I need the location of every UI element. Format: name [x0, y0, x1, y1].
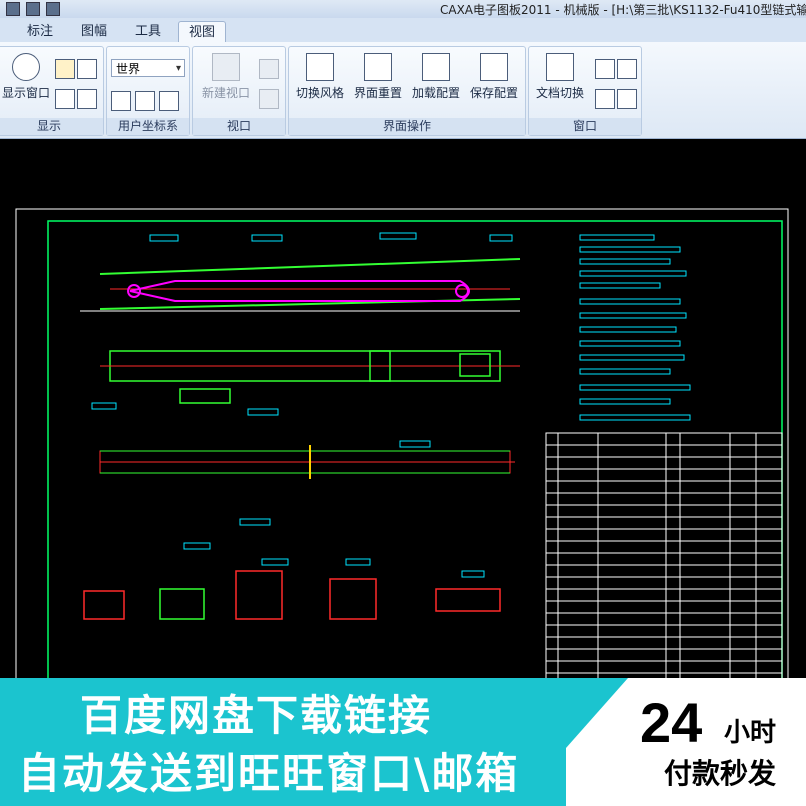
new-viewport-label: 新建视口	[201, 86, 250, 100]
document-switch-icon	[546, 53, 574, 81]
ucs-new-icon[interactable]	[111, 91, 131, 111]
quick-access-toolbar	[6, 2, 60, 16]
group-viewport: 新建视口 视口	[192, 46, 286, 136]
drawing-canvas[interactable]	[0, 139, 806, 692]
ucs-combo[interactable]: 世界	[111, 59, 185, 78]
ucs-switch-icon[interactable]	[159, 91, 179, 111]
group-ucs: 世界 用户坐标系	[106, 46, 190, 136]
load-config-label: 加载配置	[411, 86, 460, 100]
magnifier-icon	[12, 53, 40, 81]
parts-table	[545, 432, 783, 688]
reset-ui-icon	[364, 53, 392, 81]
conveyor-side-view	[80, 258, 521, 312]
technical-notes	[579, 234, 691, 421]
ribbon-tabs: 标注 图幅 工具 视图	[0, 18, 806, 43]
zoom-icon[interactable]	[77, 59, 97, 79]
title-bar: CAXA电子图板2011 - 机械版 - [H:\第三批\KS1132-Fu41…	[0, 0, 806, 19]
document-switch-button[interactable]: 文档切换	[531, 53, 589, 101]
save-config-icon	[480, 53, 508, 81]
window-title: CAXA电子图板2011 - 机械版 - [H:\第三批\KS1132-Fu41…	[440, 3, 806, 17]
section-views	[83, 570, 501, 620]
load-config-button[interactable]: 加载配置	[409, 53, 463, 101]
switch-style-label: 切换风格	[295, 86, 344, 100]
viewport-lock-icon[interactable]	[259, 89, 279, 109]
group-display-label: 显示	[0, 118, 103, 135]
group-viewport-label: 视口	[193, 118, 285, 135]
zoom-dynamic-icon[interactable]	[55, 59, 75, 79]
badge-subtitle: 付款秒发	[664, 757, 777, 790]
switch-style-button[interactable]: 切换风格	[293, 53, 347, 101]
conveyor-plan-view	[100, 350, 520, 404]
reset-ui-label: 界面重置	[353, 86, 402, 100]
load-config-icon	[422, 53, 450, 81]
tab-view[interactable]: 视图	[178, 21, 226, 43]
document-switch-label: 文档切换	[535, 86, 584, 100]
viewport-icon	[212, 53, 240, 81]
tab-sheet[interactable]: 图幅	[72, 21, 116, 42]
save-icon[interactable]	[6, 2, 20, 16]
undo-icon[interactable]	[46, 2, 60, 16]
group-display: 显示窗口 显示	[0, 46, 104, 136]
banner-line-2: 自动发送到旺旺窗口\邮箱	[18, 749, 520, 798]
switch-style-icon	[306, 53, 334, 81]
conveyor-bottom-view	[99, 445, 515, 479]
display-window-button[interactable]: 显示窗口	[1, 53, 51, 101]
drawing-frame	[47, 220, 783, 692]
ribbon: 显示窗口 显示 世界 用户坐标系 新建视口 视口 切换风格 界面重置	[0, 42, 806, 139]
viewport-clip-icon[interactable]	[259, 59, 279, 79]
group-ui-label: 界面操作	[289, 118, 525, 135]
arrange-icon[interactable]	[595, 89, 615, 109]
group-ui: 切换风格 界面重置 加载配置 保存配置 界面操作	[288, 46, 526, 136]
new-viewport-button[interactable]: 新建视口	[197, 53, 255, 101]
badge-unit: 小时	[724, 718, 777, 748]
cascade-icon[interactable]	[595, 59, 615, 79]
tab-annotate[interactable]: 标注	[18, 21, 62, 42]
print-icon[interactable]	[26, 2, 40, 16]
tile-horizontal-icon[interactable]	[617, 59, 637, 79]
tab-tools[interactable]: 工具	[126, 21, 170, 42]
save-config-label: 保存配置	[469, 86, 518, 100]
reset-ui-button[interactable]: 界面重置	[351, 53, 405, 101]
group-ucs-label: 用户坐标系	[107, 118, 189, 135]
pan-icon[interactable]	[77, 89, 97, 109]
zoom-out-icon[interactable]	[55, 89, 75, 109]
group-window-label: 窗口	[529, 118, 641, 135]
group-window: 文档切换 窗口	[528, 46, 642, 136]
badge-number: 24	[640, 691, 703, 754]
banner-line-1: 百度网盘下载链接	[80, 691, 433, 740]
cad-drawing	[15, 208, 789, 692]
ucs-manage-icon[interactable]	[135, 91, 155, 111]
tile-vertical-icon[interactable]	[617, 89, 637, 109]
display-window-label: 显示窗口	[1, 86, 50, 100]
save-config-button[interactable]: 保存配置	[467, 53, 521, 101]
